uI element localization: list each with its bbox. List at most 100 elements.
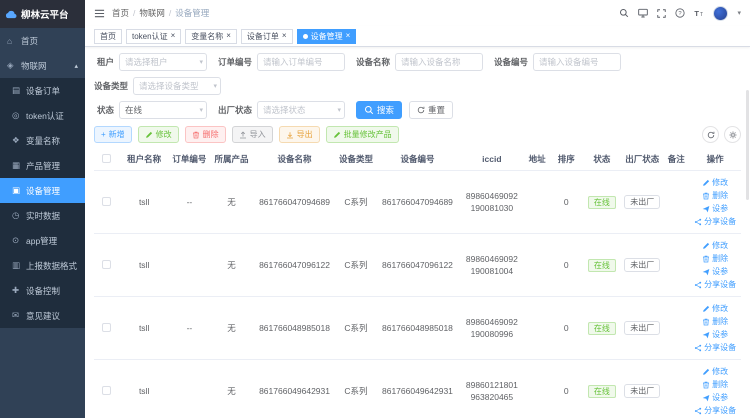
status-value[interactable] <box>119 101 207 119</box>
cell-sort: 0 <box>550 234 582 297</box>
row-action-share-device[interactable]: 分享设备 <box>694 216 736 227</box>
row-action-edit[interactable]: 修改 <box>702 303 728 314</box>
cell-tenant: tsll <box>120 234 169 297</box>
row-action-set-params[interactable]: 设参 <box>702 203 728 214</box>
close-icon[interactable]: × <box>171 32 176 40</box>
user-caret-down-icon[interactable]: ▾ <box>737 9 741 17</box>
cell-name: 861766047096122 <box>252 234 336 297</box>
sidebar-item-token-auth[interactable]: ◎token认证 <box>0 103 85 128</box>
breadcrumb-item[interactable]: 物联网 <box>139 7 165 19</box>
import-button[interactable]: 导入 <box>232 126 273 143</box>
batch-edit-product-button[interactable]: 批量修改产品 <box>326 126 399 143</box>
status-select[interactable]: ▾ <box>119 101 207 119</box>
close-icon[interactable]: × <box>282 32 287 40</box>
tenant-select[interactable]: ▾ <box>119 53 207 71</box>
row-checkbox[interactable] <box>102 323 111 332</box>
avatar[interactable] <box>713 6 728 21</box>
delete-icon <box>192 131 200 139</box>
sidebar-item-product-mgmt[interactable]: ▦产品管理 <box>0 153 85 178</box>
filter-label: 租户 <box>94 56 114 68</box>
question-button[interactable]: ? <box>675 8 685 18</box>
edit-button[interactable]: 修改 <box>138 126 179 143</box>
refresh-button[interactable] <box>702 126 719 143</box>
tab-变量名称[interactable]: 变量名称× <box>185 29 237 44</box>
tab-设备订单[interactable]: 设备订单× <box>241 29 293 44</box>
row-action-set-params[interactable]: 设参 <box>702 392 728 403</box>
cell-code: 861766047096122 <box>375 234 459 297</box>
close-icon[interactable]: × <box>346 32 351 40</box>
font-size-button[interactable]: TT <box>694 8 704 18</box>
order-no-input[interactable] <box>257 53 345 71</box>
sidebar-item-feedback[interactable]: ✉意见建议 <box>0 303 85 328</box>
monitor-button[interactable] <box>638 8 648 18</box>
cell-remark <box>663 171 689 234</box>
sidebar-item-home[interactable]: ⌂首页 <box>0 28 85 53</box>
tenant-value[interactable] <box>119 53 207 71</box>
order-no-value[interactable] <box>257 53 345 71</box>
row-action-set-params[interactable]: 设参 <box>702 266 728 277</box>
active-dot-icon <box>303 34 308 39</box>
add-button[interactable]: +新增 <box>94 126 132 143</box>
row-action-edit[interactable]: 修改 <box>702 240 728 251</box>
factory-status-value[interactable] <box>257 101 345 119</box>
device-name-input[interactable] <box>395 53 483 71</box>
delete-icon <box>702 255 710 263</box>
device-code-value[interactable] <box>533 53 621 71</box>
cell-select <box>94 234 120 297</box>
row-action-share-device[interactable]: 分享设备 <box>694 342 736 353</box>
sidebar-item-realtime-data[interactable]: ◷实时数据 <box>0 203 85 228</box>
export-button[interactable]: 导出 <box>279 126 320 143</box>
device-name-value[interactable] <box>395 53 483 71</box>
cell-remark <box>663 360 689 418</box>
sidebar-item-device-control[interactable]: ✚设备控制 <box>0 278 85 303</box>
sidebar-item-iot[interactable]: ◈物联网▴ <box>0 53 85 78</box>
row-action-delete[interactable]: 删除 <box>702 253 728 264</box>
sidebar-item-variable-name[interactable]: ❖变量名称 <box>0 128 85 153</box>
close-icon[interactable]: × <box>226 32 231 40</box>
status-badge: 在线 <box>588 259 616 272</box>
select-all-checkbox[interactable] <box>102 154 111 163</box>
sidebar-item-device-order[interactable]: ▤设备订单 <box>0 78 85 103</box>
row-action-edit[interactable]: 修改 <box>702 177 728 188</box>
tags-view: 首页 token认证× 变量名称× 设备订单× 设备管理× <box>85 26 750 47</box>
cell-status: 在线 <box>582 234 621 297</box>
filter-actions: 搜索重置 <box>356 101 453 119</box>
column-settings-button[interactable] <box>724 126 741 143</box>
action-label: 删除 <box>712 190 728 201</box>
filter-device-code: 设备编号 <box>494 53 621 71</box>
tab-label: 首页 <box>100 31 116 42</box>
device-type-value[interactable] <box>133 77 221 95</box>
fullscreen-button[interactable] <box>657 9 666 18</box>
device-type-select[interactable]: ▾ <box>133 77 221 95</box>
column-header: 排序 <box>550 148 582 171</box>
sidebar-item-report-format[interactable]: ▥上报数据格式 <box>0 253 85 278</box>
sidebar-item-label: 设备管理 <box>26 185 60 197</box>
menu-collapse-icon[interactable] <box>94 8 105 19</box>
sidebar-item-device-mgmt[interactable]: ▣设备管理 <box>0 178 85 203</box>
sidebar-item-app-mgmt[interactable]: ⊙app管理 <box>0 228 85 253</box>
tab-token认证[interactable]: token认证× <box>126 29 181 44</box>
device-code-input[interactable] <box>533 53 621 71</box>
factory-status-select[interactable]: ▾ <box>257 101 345 119</box>
search-button[interactable]: 搜索 <box>356 101 402 119</box>
delete-icon <box>702 318 710 326</box>
row-action-delete[interactable]: 删除 <box>702 379 728 390</box>
search-button[interactable] <box>619 8 629 18</box>
row-checkbox[interactable] <box>102 386 111 395</box>
select-all-header <box>94 148 120 171</box>
row-action-share-device[interactable]: 分享设备 <box>694 405 736 416</box>
breadcrumb-item[interactable]: 首页 <box>112 7 129 19</box>
row-action-share-device[interactable]: 分享设备 <box>694 279 736 290</box>
row-action-set-params[interactable]: 设参 <box>702 329 728 340</box>
scrollbar[interactable] <box>746 90 749 200</box>
row-checkbox[interactable] <box>102 260 111 269</box>
reset-button[interactable]: 重置 <box>409 101 453 119</box>
cell-actions: 修改删除设参分享设备 <box>689 234 741 297</box>
tab-首页[interactable]: 首页 <box>94 29 122 44</box>
row-action-delete[interactable]: 删除 <box>702 190 728 201</box>
tab-设备管理[interactable]: 设备管理× <box>297 29 357 44</box>
row-action-edit[interactable]: 修改 <box>702 366 728 377</box>
row-action-delete[interactable]: 删除 <box>702 316 728 327</box>
delete-button[interactable]: 删除 <box>185 126 226 143</box>
row-checkbox[interactable] <box>102 197 111 206</box>
